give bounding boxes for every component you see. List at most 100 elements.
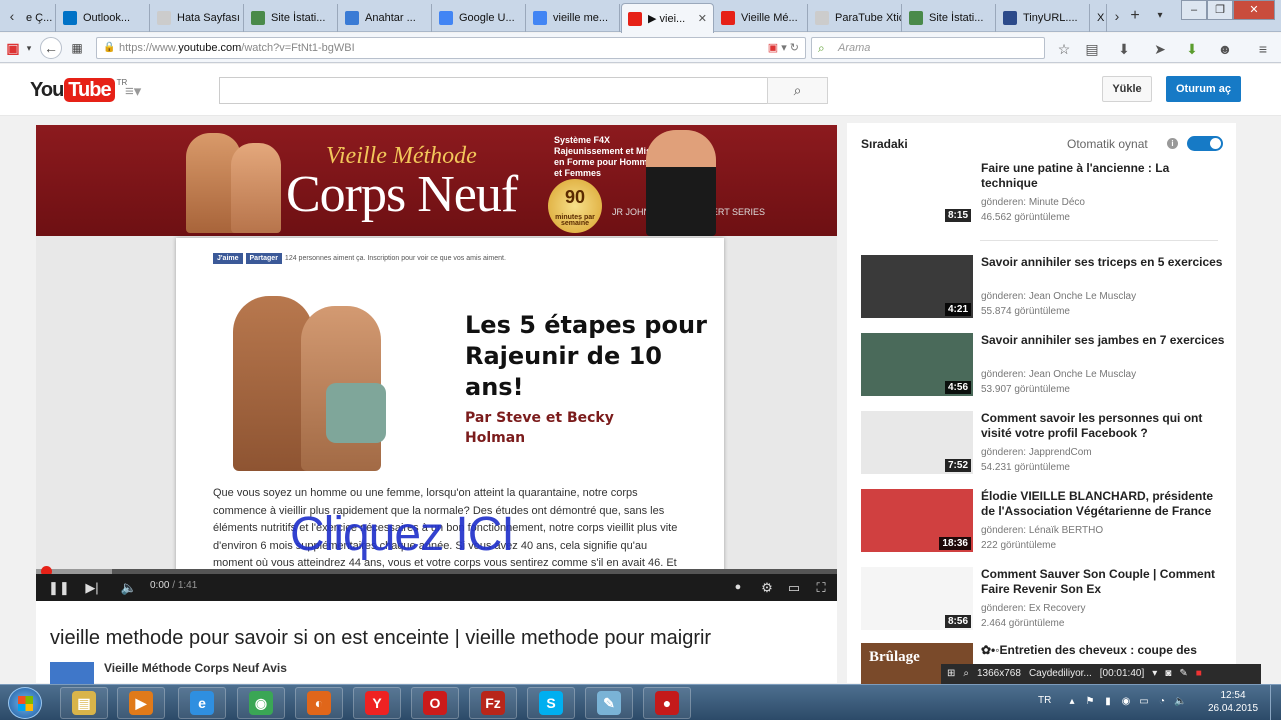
browser-search-input[interactable]: ⌕ Arama [811,37,1045,59]
guide-menu-icon[interactable]: ≡▾ [125,82,141,100]
new-tab-icon[interactable]: + [1125,6,1145,26]
url-dropdown-icon[interactable]: ▾ [781,42,787,54]
theater-mode-icon[interactable]: ▭ [784,579,804,596]
restore-window-button[interactable]: ❐ [1207,0,1233,20]
taskbar-app-chrome[interactable]: ◉ [237,687,285,719]
addon-menu-chevron-icon[interactable]: ▾ [24,38,34,58]
fullscreen-icon[interactable]: ⛶ [811,579,831,596]
youtube-search-button[interactable]: ⌕ [767,77,828,104]
taskbar-app-explorer[interactable]: ▤ [60,687,108,719]
recommendation-title[interactable]: Comment Sauver Son Couple | Comment Fair… [981,567,1227,597]
settings-gear-icon[interactable]: ⚙ [758,579,776,596]
browser-tab[interactable]: Site İstati... [903,4,996,32]
tray-network-icon[interactable]: ▮ [1102,696,1114,708]
list-all-tabs-icon[interactable]: ▾ [1150,6,1170,26]
info-icon[interactable]: ● [731,579,745,596]
recommendation-title[interactable]: Savoir annihiler ses jambes en 7 exercic… [981,333,1227,348]
browser-tab[interactable]: vieille me... [527,4,620,32]
tray-app-icon[interactable]: ◉ [1120,696,1132,708]
browser-tab[interactable]: Outlook... [57,4,150,32]
recommendation-item[interactable]: 7:52 Comment savoir les personnes qui ont… [861,411,1227,477]
recorder-zoom-icon[interactable]: ⌕ [963,664,969,684]
green-download-icon[interactable]: ⬇ [1183,40,1201,58]
taskbar-clock[interactable]: 12:54 26.04.2015 [1203,689,1263,715]
sign-in-button[interactable]: Oturum aç [1166,76,1241,102]
recommendation-thumbnail[interactable]: 8:56 [861,567,973,630]
taskbar-app-yandex[interactable]: Y [353,687,401,719]
chat-icon[interactable]: ☻ [1216,40,1234,58]
tray-volume-icon[interactable]: 🔈 [1174,696,1186,708]
upload-button[interactable]: Yükle [1102,76,1152,102]
downloads-icon[interactable]: ⬇ [1115,40,1133,58]
tab-scroll-left-icon[interactable]: ‹ [2,6,22,26]
pause-icon[interactable]: ❚❚ [48,579,70,596]
pen-icon[interactable]: ✎ [1179,664,1187,684]
recorder-menu-icon[interactable]: ▾ [1152,664,1157,684]
recommendation-title[interactable]: Élodie VIEILLE BLANCHARD, présidente de … [981,489,1227,519]
recommendation-item[interactable]: 4:56 Savoir annihiler ses jambes en 7 exe… [861,333,1227,399]
recommendation-title[interactable]: Savoir annihiler ses triceps en 5 exerci… [981,255,1227,270]
camera-icon[interactable]: ◙ [1165,664,1171,684]
recommendation-title[interactable]: Faire une patine à l'ancienne : La techn… [981,161,1227,191]
browser-tab[interactable]: Google U... [433,4,526,32]
browser-tab[interactable]: e Ç... [20,4,56,32]
recommendation-item[interactable]: 4:21 Savoir annihiler ses triceps en 5 ex… [861,255,1227,321]
browser-tab[interactable]: TinyURL.... [997,4,1090,32]
recommendation-item[interactable]: 8:15 Faire une patine à l'ancienne : La t… [861,161,1227,227]
taskbar-app-skype[interactable]: S [527,687,575,719]
taskbar-app-notepad[interactable]: ✎ [585,687,633,719]
taskbar-app-internet-explorer[interactable]: e [178,687,226,719]
taskbar-app-firefox[interactable]: ◐ [295,687,343,719]
tray-wifi-icon[interactable]: ◔ [1156,696,1168,708]
recommendation-title[interactable]: Comment savoir les personnes qui ont vis… [981,411,1227,441]
record-stop-icon[interactable]: ■ [1196,664,1202,684]
taskbar-app-recorder[interactable]: ● [643,687,691,719]
language-indicator[interactable]: TR [1038,695,1051,706]
youtube-search-input[interactable] [219,77,768,104]
overlay-call-to-action[interactable]: Cliquez ICI [290,507,515,562]
browser-tab[interactable]: Hata Sayfası |... [151,4,244,32]
autoplay-toggle[interactable] [1187,136,1223,151]
recommendation-thumbnail[interactable]: 7:52 [861,411,973,474]
recommendation-item[interactable]: 8:56 Comment Sauver Son Couple | Comment … [861,567,1227,633]
close-window-button[interactable]: ✕ [1233,0,1275,20]
addon-icon[interactable]: ▣ [4,38,22,58]
menu-hamburger-icon[interactable]: ≡ [1254,40,1272,58]
tray-arrow-icon[interactable]: ▴ [1066,696,1078,708]
recommendation-thumbnail[interactable]: 8:15 [861,161,973,224]
url-bar[interactable]: 🔒 https://www.youtube.com/watch?v=FtNt1-… [96,37,806,59]
video-player[interactable]: Vieille Méthode Corps Neuf Système F4X R… [36,125,837,601]
tray-flag-icon[interactable]: ⚑ [1084,696,1096,708]
browser-tab[interactable]: Site İstati... [245,4,338,32]
taskbar-app-filezilla[interactable]: Fz [469,687,517,719]
show-desktop-button[interactable] [1270,685,1281,720]
recommendation-item[interactable]: 18:36 Élodie VIEILLE BLANCHARD, président… [861,489,1227,555]
tab-scroll-right-icon[interactable]: › [1107,6,1127,26]
browser-tab[interactable]: Anahtar ... [339,4,432,32]
bookmarks-list-icon[interactable]: ▤ [1083,40,1101,58]
tray-battery-icon[interactable]: ▭ [1138,696,1150,708]
browser-tab[interactable]: Vieille Mé... [715,4,808,32]
channel-name[interactable]: Vieille Méthode Corps Neuf Avis [104,661,287,675]
youtube-logo[interactable]: You Tube TR [30,78,127,102]
recommendation-thumbnail[interactable]: 18:36 [861,489,973,552]
next-icon[interactable]: ▶| [83,579,101,596]
autoplay-info-icon[interactable]: i [1167,138,1178,149]
browser-tab[interactable]: ▶ viei... ✕ [621,3,714,33]
start-button[interactable] [8,687,42,719]
recorder-layout-icon[interactable]: ⊞ [947,664,955,684]
send-icon[interactable]: ➤ [1151,40,1169,58]
minimize-window-button[interactable]: – [1181,0,1207,20]
back-icon[interactable]: ← [40,37,62,59]
volume-icon[interactable]: 🔈 [118,579,140,596]
recommendation-thumbnail[interactable]: 4:56 [861,333,973,396]
bookmark-star-icon[interactable]: ☆ [1055,40,1073,58]
browser-tab[interactable]: ParaTube Xtic... [809,4,902,32]
recommendation-thumbnail[interactable]: 4:21 [861,255,973,318]
taskbar-app-opera[interactable]: O [411,687,459,719]
home-grid-icon[interactable]: ▦ [68,38,86,58]
close-tab-icon[interactable]: ✕ [692,12,707,25]
addon-url-icon[interactable]: ▣ [768,42,778,54]
channel-avatar[interactable] [50,662,94,684]
taskbar-app-media-player[interactable]: ▶ [117,687,165,719]
